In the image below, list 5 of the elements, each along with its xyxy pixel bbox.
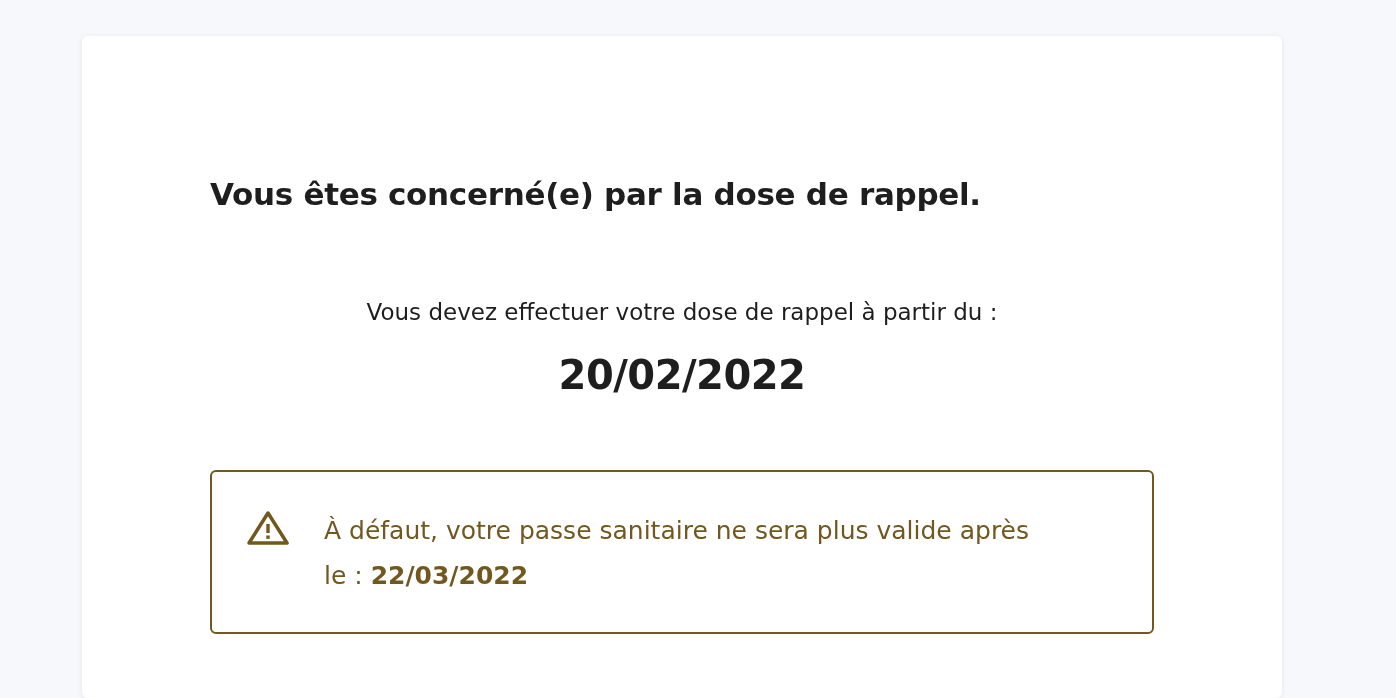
booster-date: 20/02/2022 [557, 351, 807, 400]
warning-icon [246, 510, 290, 546]
alert-message: À défaut, votre passe sanitaire ne sera plus valide après le : 22/03/2022 [324, 515, 1031, 592]
instruction-text: Vous devez effectuer votre dose de rappel à partir du : [365, 298, 999, 327]
heading: Vous êtes concerné(e) par la dose de rappel. [210, 175, 982, 214]
